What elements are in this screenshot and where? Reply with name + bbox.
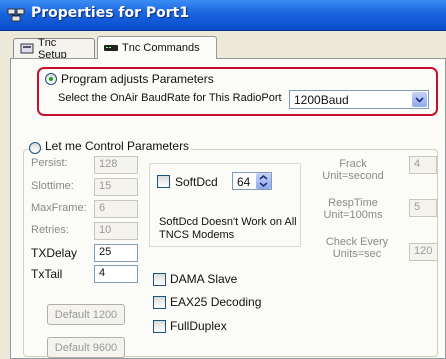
baud-rate-value: 1200Baud xyxy=(294,93,349,107)
resptime-label-line1: RespTime xyxy=(328,197,378,209)
radio-program-adjusts[interactable] xyxy=(45,73,57,85)
dama-slave-checkbox[interactable] xyxy=(153,273,166,286)
window-title: Properties for Port1 xyxy=(31,5,190,21)
modem-icon xyxy=(104,45,118,51)
softdcd-value: 64 xyxy=(237,175,251,189)
maxframe-input[interactable]: 6 xyxy=(94,200,138,218)
resptime-label-line2: Unit=100ms xyxy=(323,209,383,221)
network-icon xyxy=(7,8,25,22)
txtail-label: TxTail xyxy=(31,267,63,281)
program-adjusts-label: Program adjusts Parameters xyxy=(61,72,214,86)
txdelay-label: TXDelay xyxy=(31,246,78,260)
softdcd-note-line2: TNCS Modems xyxy=(159,229,235,241)
fullduplex-label: FullDuplex xyxy=(170,319,227,333)
radio-let-me-control[interactable] xyxy=(29,142,41,154)
txtail-input[interactable]: 4 xyxy=(94,265,138,283)
properties-window: Properties for Port1 Tnc Setup Tnc Comma… xyxy=(0,0,446,359)
tab-tnc-setup[interactable]: Tnc Setup xyxy=(13,36,95,61)
retries-input[interactable]: 10 xyxy=(94,222,138,240)
baud-rate-label: Select the OnAir BaudRate for This Radio… xyxy=(58,92,282,104)
frack-label: Frack Unit=second xyxy=(312,158,394,182)
title-bar[interactable]: Properties for Port1 xyxy=(0,0,446,31)
check-every-label-line1: Check Every xyxy=(325,236,389,248)
eax25-label: EAX25 Decoding xyxy=(170,295,262,309)
check-every-label-line2: Units=sec xyxy=(332,248,382,260)
persist-input[interactable]: 128 xyxy=(94,156,138,174)
tab-tnc-commands[interactable]: Tnc Commands xyxy=(97,36,217,59)
radio-selected-dot xyxy=(49,77,53,81)
tab-label: Tnc Setup xyxy=(37,36,67,61)
eax25-checkbox[interactable] xyxy=(153,296,166,309)
softdcd-checkbox[interactable] xyxy=(157,175,170,188)
check-every-input[interactable]: 120 xyxy=(409,243,438,261)
spinner-arrows-icon[interactable] xyxy=(256,173,271,189)
resptime-label: RespTime Unit=100ms xyxy=(312,197,394,221)
chevron-down-icon[interactable] xyxy=(412,92,427,107)
slottime-label: Slottime: xyxy=(31,180,74,192)
baud-rate-select[interactable]: 1200Baud xyxy=(289,90,429,109)
softdcd-note-line1: SoftDcd Doesn't Work on All xyxy=(159,216,297,228)
persist-label: Persist: xyxy=(31,157,68,169)
frack-label-line1: Frack xyxy=(339,158,367,170)
setup-icon xyxy=(20,43,34,53)
maxframe-label: MaxFrame: xyxy=(31,202,87,214)
fullduplex-checkbox[interactable] xyxy=(153,320,166,333)
check-every-label: Check Every Units=sec xyxy=(316,236,398,260)
default-1200-button[interactable]: Default 1200 xyxy=(47,304,125,325)
frack-label-line2: Unit=second xyxy=(322,170,384,182)
tab-label: Tnc Commands xyxy=(122,42,200,54)
softdcd-label: SoftDcd xyxy=(175,175,218,189)
retries-label: Retries: xyxy=(31,224,69,236)
dama-slave-label: DAMA Slave xyxy=(170,272,238,286)
frack-input[interactable]: 4 xyxy=(409,156,437,174)
default-9600-button[interactable]: Default 9600 xyxy=(47,337,125,358)
slottime-input[interactable]: 15 xyxy=(94,178,138,196)
let-me-control-label: Let me Control Parameters xyxy=(43,139,192,153)
resptime-input[interactable]: 5 xyxy=(409,199,437,217)
txdelay-input[interactable]: 25 xyxy=(94,244,138,262)
